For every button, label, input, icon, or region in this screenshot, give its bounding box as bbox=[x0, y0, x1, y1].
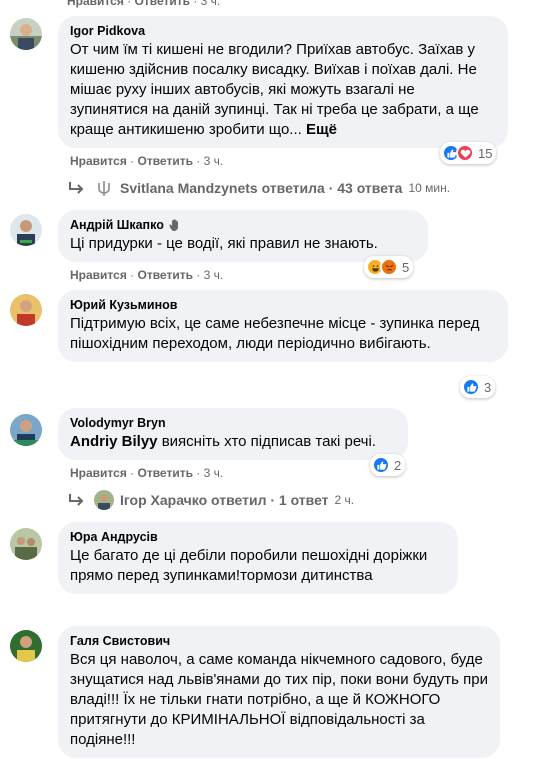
reaction-count: 5 bbox=[402, 259, 410, 275]
comment-actions: Нравится · Ответить · 3 ч. bbox=[70, 268, 224, 282]
like-link[interactable]: Нравится bbox=[70, 466, 127, 480]
comment-time[interactable]: 3 ч. bbox=[201, 0, 221, 8]
reaction-count: 15 bbox=[478, 145, 493, 161]
comment-bubble: Igor Pidkova От чим їм ті кишені не вгод… bbox=[58, 16, 508, 148]
avatar[interactable] bbox=[10, 414, 42, 446]
reaction-count: 3 bbox=[484, 379, 492, 395]
comment-author[interactable]: Volodymyr Bryn bbox=[70, 415, 396, 431]
see-more-link[interactable]: Ещё bbox=[306, 121, 337, 138]
view-replies-link[interactable]: Svitlana Mandzynets ответила · 43 ответа… bbox=[68, 178, 450, 198]
comment-time[interactable]: 3 ч. bbox=[204, 154, 224, 168]
comment-bubble: Volodymyr Bryn Andriy Bilyy виясніть хто… bbox=[58, 408, 408, 460]
comment-bubble: Галя Свистович Вся ця наволоч, а саме ко… bbox=[58, 626, 500, 758]
replies-summary: Svitlana Mandzynets ответила · 43 ответа bbox=[120, 180, 403, 196]
trident-icon bbox=[94, 178, 114, 198]
reply-time: 2 ч. bbox=[334, 493, 355, 507]
reactions-summary[interactable]: 2 bbox=[370, 454, 406, 476]
reactions-summary[interactable]: 15 bbox=[440, 142, 497, 164]
comment-bubble: Юра Андрусів Це багато де ці дебіли поро… bbox=[58, 522, 458, 594]
comment-text: Andriy Bilyy виясніть хто підписав такі … bbox=[70, 433, 376, 450]
comment-bubble: Андрій Шкапко Ці придурки - це водії, як… bbox=[58, 210, 428, 262]
avatar[interactable] bbox=[10, 18, 42, 50]
comment-text: От чим їм ті кишені не вгодили? Приїхав … bbox=[70, 41, 479, 138]
avatar[interactable] bbox=[10, 528, 42, 560]
reactions-summary[interactable]: 3 bbox=[460, 376, 496, 398]
love-reaction-icon bbox=[456, 144, 474, 162]
comment-actions: Нравится · Ответить · 3 ч. bbox=[70, 466, 224, 480]
previous-comment-actions: Нравится · Ответить · 3 ч. bbox=[67, 0, 220, 8]
comment-time[interactable]: 3 ч. bbox=[204, 268, 224, 282]
comment-author[interactable]: Юра Андрусів bbox=[70, 529, 446, 545]
comment-text: Вся ця наволоч, а саме команда нікчемног… bbox=[70, 651, 488, 748]
like-link[interactable]: Нравится bbox=[70, 154, 127, 168]
avatar[interactable] bbox=[10, 294, 42, 326]
comment-author[interactable]: Igor Pidkova bbox=[70, 23, 496, 39]
view-replies-link[interactable]: Ігор Харачко ответил · 1 ответ 2 ч. bbox=[68, 490, 354, 510]
angry-reaction-icon bbox=[380, 258, 398, 276]
reaction-count: 2 bbox=[394, 457, 402, 473]
comment-text: Це багато де ці дебіли поробили пешохідн… bbox=[70, 547, 428, 584]
mention-link[interactable]: Andriy Bilyy bbox=[70, 433, 158, 450]
comment-bubble: Юрий Кузьминов Підтримую всіх, це саме н… bbox=[58, 290, 508, 362]
waving-hand-icon bbox=[169, 219, 178, 231]
like-reaction-icon bbox=[372, 456, 390, 474]
avatar[interactable] bbox=[10, 630, 42, 662]
like-link[interactable]: Нравится bbox=[70, 268, 127, 282]
replies-summary: Ігор Харачко ответил · 1 ответ bbox=[120, 492, 329, 508]
comment-author[interactable]: Юрий Кузьминов bbox=[70, 297, 496, 313]
reply-link[interactable]: Ответить bbox=[138, 466, 193, 480]
like-reaction-icon bbox=[462, 378, 480, 396]
reply-link[interactable]: Ответить bbox=[138, 154, 193, 168]
reply-link[interactable]: Ответить bbox=[135, 0, 190, 8]
like-link[interactable]: Нравится bbox=[67, 0, 124, 8]
reply-time: 10 мин. bbox=[408, 181, 451, 195]
reply-arrow-icon bbox=[69, 182, 84, 194]
reactions-summary[interactable]: 5 bbox=[364, 256, 414, 278]
comment-text: Ці придурки - це водії, які правил не зн… bbox=[70, 235, 378, 252]
comment-time[interactable]: 3 ч. bbox=[204, 466, 224, 480]
comment-text: Підтримую всіх, це саме небезпечне місце… bbox=[70, 315, 480, 352]
reply-link[interactable]: Ответить bbox=[138, 268, 193, 282]
reply-arrow-icon bbox=[69, 494, 84, 506]
avatar bbox=[94, 490, 114, 510]
avatar[interactable] bbox=[10, 214, 42, 246]
comment-author[interactable]: Андрій Шкапко bbox=[70, 217, 416, 233]
comment-author[interactable]: Галя Свистович bbox=[70, 633, 488, 649]
comment-actions: Нравится · Ответить · 3 ч. bbox=[70, 154, 224, 168]
